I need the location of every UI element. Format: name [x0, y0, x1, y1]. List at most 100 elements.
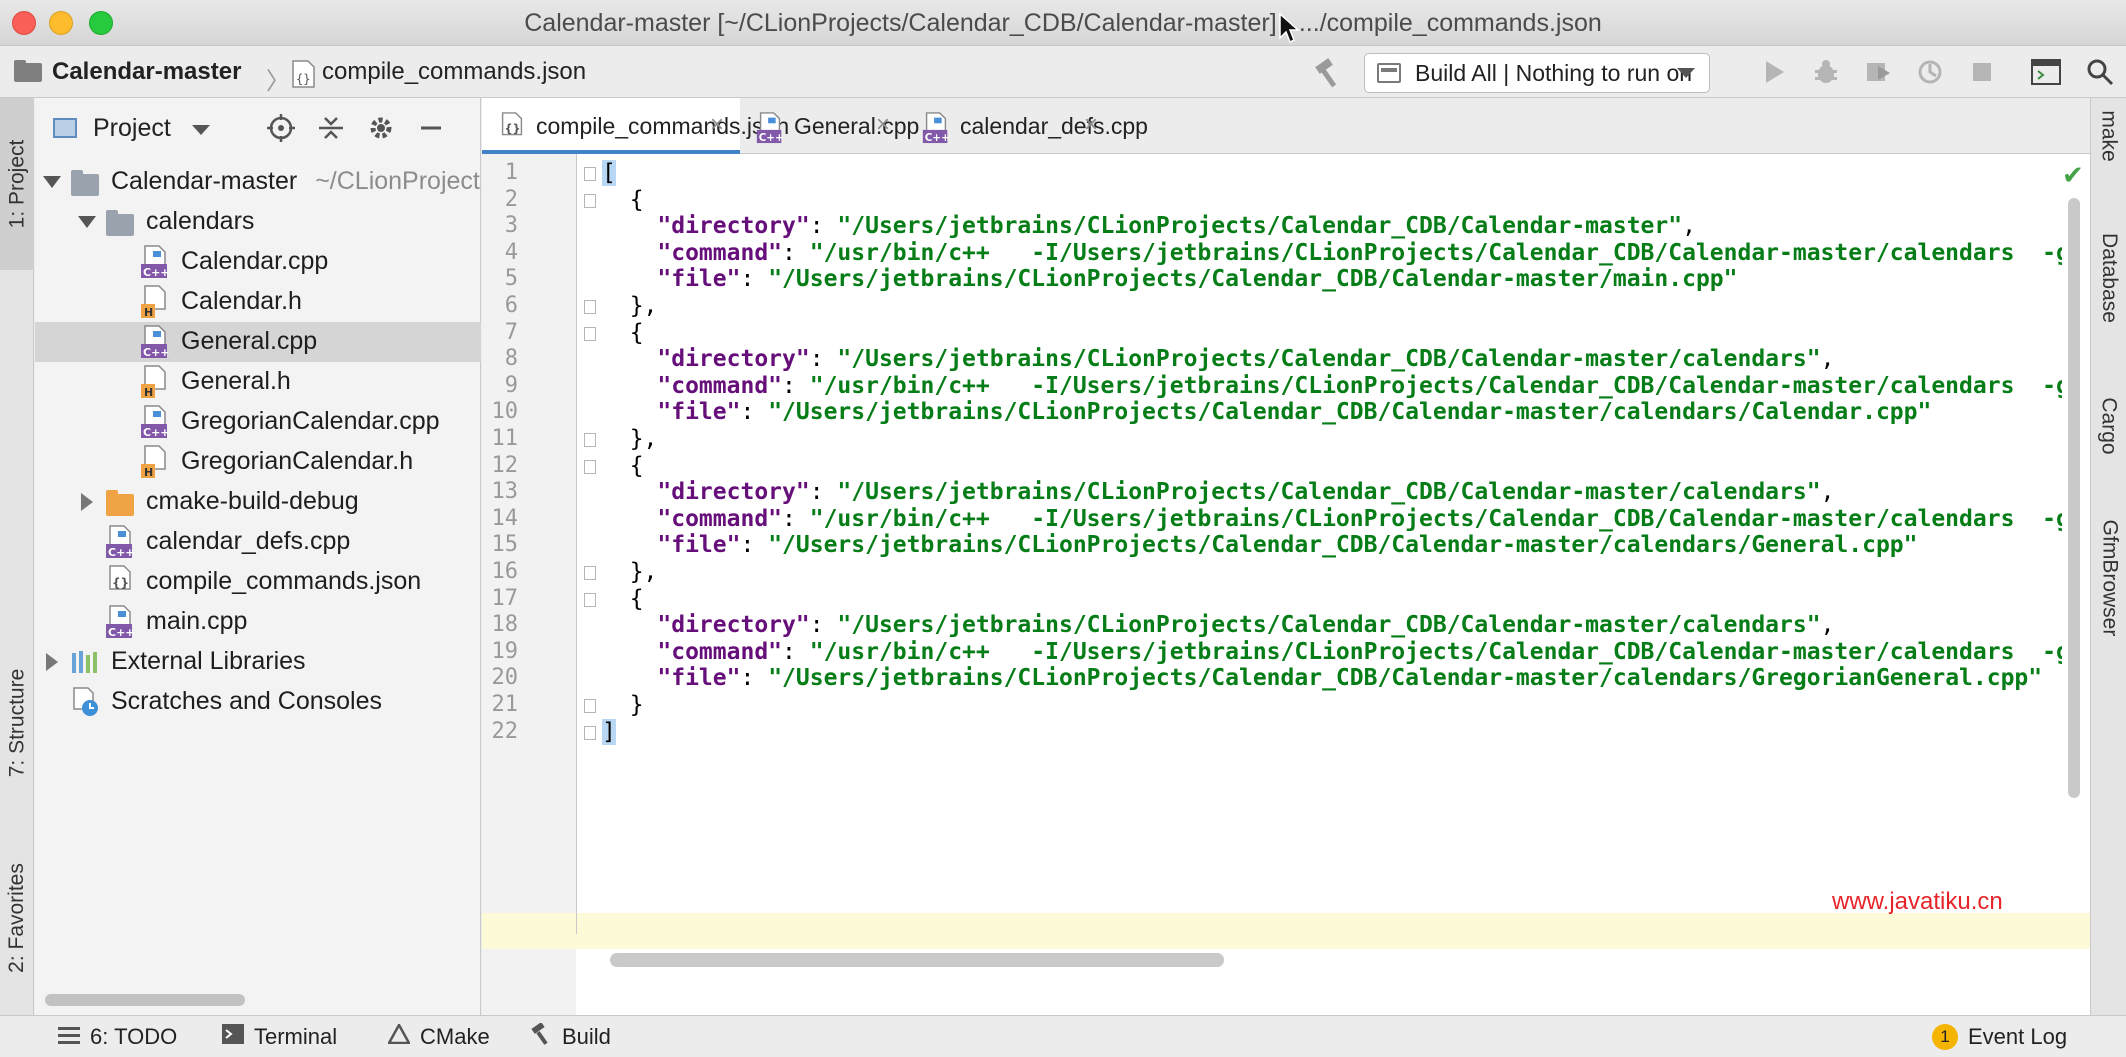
fold-marker-icon[interactable] [584, 194, 596, 208]
expanded-arrow-icon[interactable] [43, 176, 61, 188]
tree-item[interactable]: {}compile_commands.json [35, 562, 481, 602]
close-tab-icon[interactable]: × [876, 111, 890, 139]
editor-vertical-scrollbar[interactable] [2068, 198, 2080, 798]
tree-item[interactable]: Calendar-master~/CLionProjects/Calendar_… [35, 162, 481, 202]
editor-horizontal-scrollbar[interactable] [610, 953, 1224, 967]
editor-tab[interactable]: C++calendar_defs.cpp× [906, 98, 1114, 154]
breadcrumb-separator-icon: 〉 [266, 61, 290, 96]
tool-tab-database-label: Database [2097, 233, 2121, 323]
code-line: [ [602, 160, 616, 186]
locate-file-icon[interactable] [265, 112, 297, 144]
cmake-triangle-icon [388, 1024, 410, 1050]
code-view[interactable]: 1[2 {3 "directory": "/Users/jetbrains/CL… [482, 154, 2062, 934]
search-icon[interactable] [2084, 56, 2116, 88]
code-line: { [602, 320, 644, 346]
editor-tab[interactable]: C++General.cpp× [740, 98, 906, 154]
terminal-window-icon[interactable] [2030, 56, 2062, 88]
close-tab-icon[interactable]: × [710, 111, 724, 139]
close-tab-icon[interactable]: × [1084, 111, 1098, 139]
tree-item[interactable]: Scratches and Consoles [35, 682, 481, 722]
tree-item[interactable]: H GregorianCalendar.h [35, 442, 481, 482]
collapsed-arrow-icon[interactable] [81, 493, 93, 511]
tool-tab-database[interactable]: Database [2091, 208, 2126, 348]
collapsed-arrow-icon[interactable] [46, 653, 58, 671]
code-punctuation: : [782, 639, 810, 665]
fold-marker-icon[interactable] [584, 460, 596, 474]
editor-tab[interactable]: {}compile_commands.json× [482, 98, 740, 154]
folder-icon [106, 214, 134, 236]
tree-item[interactable]: C++main.cpp [35, 602, 481, 642]
hide-panel-icon[interactable] [415, 112, 447, 144]
tree-item-text: cmake-build-debug [146, 487, 359, 515]
fold-marker-icon[interactable] [584, 300, 596, 314]
project-view-title[interactable]: Project [93, 114, 171, 143]
tree-item-label: External Libraries [111, 647, 306, 676]
fold-marker-icon[interactable] [584, 593, 596, 607]
json-key: "directory" [657, 612, 809, 638]
tree-item-label: Calendar.cpp [181, 247, 328, 276]
watermark: www.javatiku.cn [1832, 888, 2003, 916]
fold-marker-icon[interactable] [584, 699, 596, 713]
todo-tab[interactable]: 6: TODO [58, 1016, 177, 1057]
editor-tab-bar: {}compile_commands.json×C++General.cpp×C… [482, 98, 2090, 154]
tool-tab-gfmbrowser[interactable]: GfmBrowser [2091, 508, 2126, 648]
line-number: 16 [482, 559, 518, 584]
build-hammer-icon[interactable] [1312, 58, 1344, 88]
project-horizontal-scrollbar[interactable] [45, 994, 245, 1006]
gear-icon[interactable] [365, 112, 397, 144]
debug-icon[interactable] [1810, 56, 1842, 88]
tool-tab-project[interactable]: 1: Project [0, 98, 34, 270]
expanded-arrow-icon[interactable] [78, 216, 96, 228]
terminal-tab[interactable]: Terminal [222, 1016, 337, 1057]
event-log-tab[interactable]: 1 Event Log [1932, 1016, 2067, 1057]
no-problems-check-icon[interactable]: ✔ [2062, 160, 2084, 191]
tree-item[interactable]: External Libraries [35, 642, 481, 682]
run-configuration-select[interactable]: Build All | Nothing to run on [1364, 53, 1710, 93]
code-punctuation: : [782, 506, 810, 532]
cpp-file-icon: C++ [106, 605, 134, 639]
code-line: "directory": "/Users/jetbrains/CLionProj… [602, 479, 1834, 505]
cpp-file-icon: C++ [922, 112, 950, 144]
build-tab[interactable]: Build [530, 1016, 611, 1057]
breadcrumb-file[interactable]: compile_commands.json [322, 46, 586, 98]
project-panel-header: Project [35, 98, 481, 158]
fold-marker-icon[interactable] [584, 433, 596, 447]
tree-item[interactable]: C++GregorianCalendar.cpp [35, 402, 481, 442]
tree-item[interactable]: cmake-build-debug [35, 482, 481, 522]
tree-item-label: cmake-build-debug [146, 487, 359, 516]
tool-tab-make[interactable]: make [2091, 106, 2126, 166]
chevron-down-icon[interactable] [192, 125, 210, 135]
cmake-tab[interactable]: CMake [388, 1016, 490, 1057]
collapse-all-icon[interactable] [315, 112, 347, 144]
fold-marker-icon[interactable] [584, 327, 596, 341]
tree-item[interactable]: C++calendar_defs.cpp [35, 522, 481, 562]
breadcrumb-project[interactable]: Calendar-master [52, 46, 241, 98]
tree-item[interactable]: C++General.cpp [35, 322, 481, 362]
svg-text:C++: C++ [143, 266, 169, 279]
fold-marker-icon[interactable] [584, 726, 596, 740]
tool-tab-favorites-label: 2: Favorites [5, 863, 29, 973]
json-file-icon: {} [498, 112, 526, 144]
tree-item[interactable]: HGeneral.h [35, 362, 481, 402]
fold-marker-icon[interactable] [584, 167, 596, 181]
header-file-icon: H [141, 445, 169, 479]
svg-text:C++: C++ [925, 132, 950, 144]
code-punctuation: : [810, 346, 838, 372]
tree-item[interactable]: HCalendar.h [35, 282, 481, 322]
code-punctuation [602, 665, 657, 691]
code-punctuation [602, 399, 657, 425]
run-icon[interactable] [1758, 56, 1790, 88]
run-with-coverage-icon[interactable] [1862, 56, 1894, 88]
tree-item-text: General.cpp [181, 327, 317, 355]
fold-marker-icon[interactable] [584, 566, 596, 580]
tool-tab-favorites[interactable]: 2: Favorites [0, 828, 34, 1008]
tool-tab-cargo[interactable]: Cargo [2091, 376, 2126, 476]
hammer-icon [530, 1023, 552, 1051]
tree-item-label: GregorianCalendar.h [181, 447, 413, 476]
tool-tab-structure[interactable]: 7: Structure [0, 628, 34, 818]
tree-item[interactable]: calendars [35, 202, 481, 242]
stop-icon[interactable] [1966, 56, 1998, 88]
tree-item[interactable]: C++ Calendar.cpp [35, 242, 481, 282]
profile-icon[interactable] [1914, 56, 1946, 88]
code-line: "command": "/usr/bin/c++ -I/Users/jetbra… [602, 240, 2062, 266]
